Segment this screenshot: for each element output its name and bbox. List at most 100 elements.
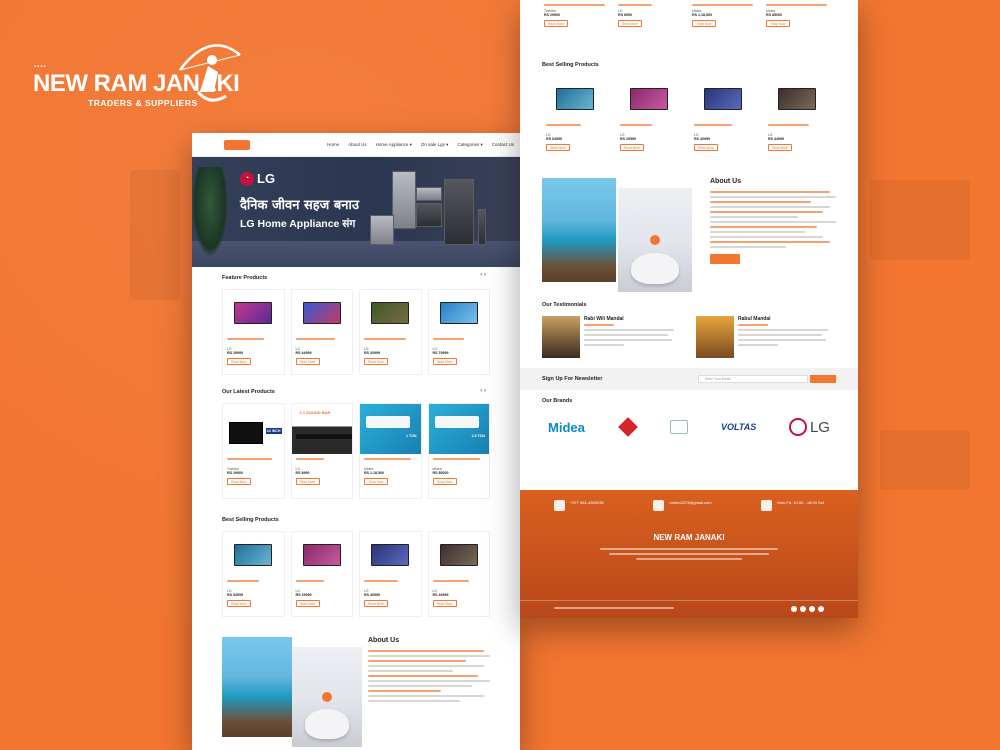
product-card[interactable]: LG RS 29999 Read More bbox=[222, 289, 285, 375]
clock-icon bbox=[761, 500, 773, 511]
nav-link[interactable]: Home bbox=[327, 142, 339, 148]
read-more-button[interactable]: Read More bbox=[227, 478, 251, 485]
brand-midea-logo[interactable]: Midea bbox=[548, 420, 585, 435]
product-card[interactable]: 1 TON Midea RS 1,18,500 Shop Now bbox=[359, 403, 422, 499]
promo-badge: 1 TON bbox=[405, 434, 417, 438]
product-price: RS 79999 bbox=[432, 351, 449, 355]
product-card[interactable]: LG RS 29999 Read More bbox=[290, 531, 353, 617]
lg-circle-icon bbox=[788, 418, 807, 436]
product-card[interactable]: LG RS 29999 Read More bbox=[616, 76, 682, 156]
read-more-button[interactable]: Read More bbox=[544, 20, 568, 27]
shop-now-button[interactable]: Shop Now bbox=[432, 478, 457, 485]
read-more-button[interactable]: Read More bbox=[432, 600, 457, 607]
read-more-button[interactable]: Read More bbox=[364, 358, 388, 365]
product-card[interactable]: LG RS 44999 Read More bbox=[427, 531, 490, 617]
nav-link[interactable]: About Us bbox=[348, 142, 367, 148]
twitter-icon[interactable] bbox=[800, 606, 806, 612]
product-card[interactable]: Toshiba RS 29900 Read More bbox=[544, 0, 612, 42]
shop-now-button[interactable]: Shop Now bbox=[766, 20, 790, 27]
product-card[interactable]: 24 INCH Toshiba RS 29900 Read More bbox=[222, 403, 285, 499]
tv-image bbox=[778, 88, 816, 110]
product-price: RS 85000 bbox=[432, 471, 449, 475]
read-more-button[interactable]: Read More bbox=[295, 358, 320, 365]
product-card[interactable]: 1.5 TON Midea RS 85000 Shop Now bbox=[427, 403, 490, 499]
social-links bbox=[791, 606, 824, 612]
read-more-button[interactable]: Read More bbox=[694, 144, 718, 151]
read-more-button[interactable]: Read More bbox=[227, 600, 251, 607]
about-photo-sea bbox=[542, 178, 616, 282]
ac-image bbox=[434, 416, 479, 428]
instagram-icon[interactable] bbox=[809, 606, 815, 612]
youtube-icon[interactable] bbox=[818, 606, 824, 612]
product-name bbox=[295, 458, 349, 467]
nav-link[interactable]: On sale Lgs ▾ bbox=[421, 142, 449, 148]
brand-logo-small[interactable] bbox=[670, 420, 689, 434]
nav-link[interactable]: Categories ▾ bbox=[457, 142, 482, 148]
product-card[interactable]: LG RS 40999 Read More bbox=[359, 531, 422, 617]
product-name bbox=[295, 338, 349, 347]
product-card[interactable]: LG RS 44999 Read More bbox=[764, 76, 830, 156]
carousel-arrows[interactable]: ‹ › bbox=[480, 272, 486, 278]
newsletter-email-input[interactable]: Enter Your Email bbox=[698, 375, 808, 383]
testimonial-avatar bbox=[542, 316, 580, 358]
nav-links: Home About Us Home Appliance ▾ On sale L… bbox=[327, 142, 514, 148]
read-more-button[interactable]: Read More bbox=[768, 144, 792, 151]
about-read-more-button[interactable] bbox=[710, 254, 740, 264]
tv-image bbox=[371, 544, 410, 566]
homepage-mockup-right: Toshiba RS 29900 Read More LG RS 8990 Re… bbox=[520, 0, 858, 618]
product-name bbox=[295, 580, 349, 589]
product-card[interactable]: LG RS 54999 Read More bbox=[222, 531, 285, 617]
brand-voltas-logo[interactable]: VOLTAS bbox=[721, 422, 756, 432]
play-button[interactable] bbox=[322, 692, 332, 702]
brand-logo: ▪▪▪▪ NEW RAM JANAKI TRADERS & SUPPLIERS bbox=[30, 30, 250, 110]
product-price: RS 40999 bbox=[364, 351, 380, 355]
hero-banner: ◔ LG दैनिक जीवन सहज बनाउ LG Home Applian… bbox=[192, 157, 520, 267]
site-footer: +977 981-4809336 nrtsho2373@gmail.com Mo… bbox=[520, 490, 858, 618]
brand-lg-logo[interactable]: LG bbox=[788, 418, 830, 436]
read-more-button[interactable]: Read More bbox=[546, 144, 570, 151]
latest-section: Our Latest Products ‹ › 24 INCH Toshiba … bbox=[192, 379, 520, 503]
product-price: RS 54999 bbox=[546, 137, 562, 141]
nav-link[interactable]: Contact Us bbox=[492, 142, 514, 148]
brands-section: Our Brands Midea VOLTAS LG bbox=[520, 390, 858, 442]
carousel-arrows[interactable]: ‹ › bbox=[480, 388, 486, 394]
play-button[interactable] bbox=[650, 235, 660, 245]
shop-now-button[interactable]: Shop Now bbox=[364, 478, 388, 485]
newsletter-submit-button[interactable] bbox=[810, 375, 836, 383]
brand-havells-logo[interactable] bbox=[617, 417, 638, 437]
section-title: Our Latest Products bbox=[222, 389, 275, 395]
background-ghost bbox=[130, 170, 180, 300]
facebook-icon[interactable] bbox=[791, 606, 797, 612]
promo-ac: 1.5 TON bbox=[428, 404, 489, 454]
product-name bbox=[364, 458, 417, 467]
read-more-button[interactable]: Read More bbox=[432, 358, 457, 365]
product-card[interactable]: LG RS 79999 Read More bbox=[427, 289, 490, 375]
read-more-button[interactable]: Read More bbox=[618, 20, 642, 27]
product-name bbox=[432, 338, 486, 347]
newsletter-title: Sign Up For Newsletter bbox=[542, 376, 603, 382]
email-icon bbox=[653, 500, 665, 511]
nav-link[interactable]: Home Appliance ▾ bbox=[376, 142, 412, 148]
product-card[interactable]: LG RS 8990 Read More bbox=[618, 0, 686, 42]
shop-now-button[interactable]: Shop Now bbox=[692, 20, 716, 27]
read-more-button[interactable]: Read More bbox=[227, 358, 251, 365]
product-price: RS 29900 bbox=[227, 471, 243, 475]
site-logo[interactable] bbox=[224, 139, 250, 150]
product-card[interactable]: LG RS 40999 Read More bbox=[690, 76, 756, 156]
read-more-button[interactable]: Read More bbox=[295, 478, 320, 485]
promo-badge: 2.1 SOUND BAR bbox=[299, 410, 331, 415]
product-card[interactable]: LG RS 44999 Read More bbox=[290, 289, 353, 375]
read-more-button[interactable]: Read More bbox=[295, 600, 320, 607]
product-card[interactable]: Midea RS 85000 Shop Now bbox=[766, 0, 834, 42]
read-more-button[interactable]: Read More bbox=[364, 600, 388, 607]
product-card[interactable]: LG RS 54999 Read More bbox=[542, 76, 608, 156]
testimonials-section: Our Testimonials Rabi Wili Mandal Rabul … bbox=[520, 296, 858, 362]
about-photo-room bbox=[618, 188, 692, 292]
brand-subtitle: TRADERS & SUPPLIERS bbox=[88, 98, 198, 108]
hero-tagline-devanagari: दैनिक जीवन सहज बनाउ bbox=[240, 198, 359, 213]
product-card[interactable]: Midea RS 1,18,500 Shop Now bbox=[692, 0, 760, 42]
product-card[interactable]: LG RS 40999 Read More bbox=[359, 289, 422, 375]
read-more-button[interactable]: Read More bbox=[620, 144, 644, 151]
product-name bbox=[364, 338, 417, 347]
product-card[interactable]: 2.1 SOUND BAR LG RS 8990 Read More bbox=[290, 403, 353, 499]
